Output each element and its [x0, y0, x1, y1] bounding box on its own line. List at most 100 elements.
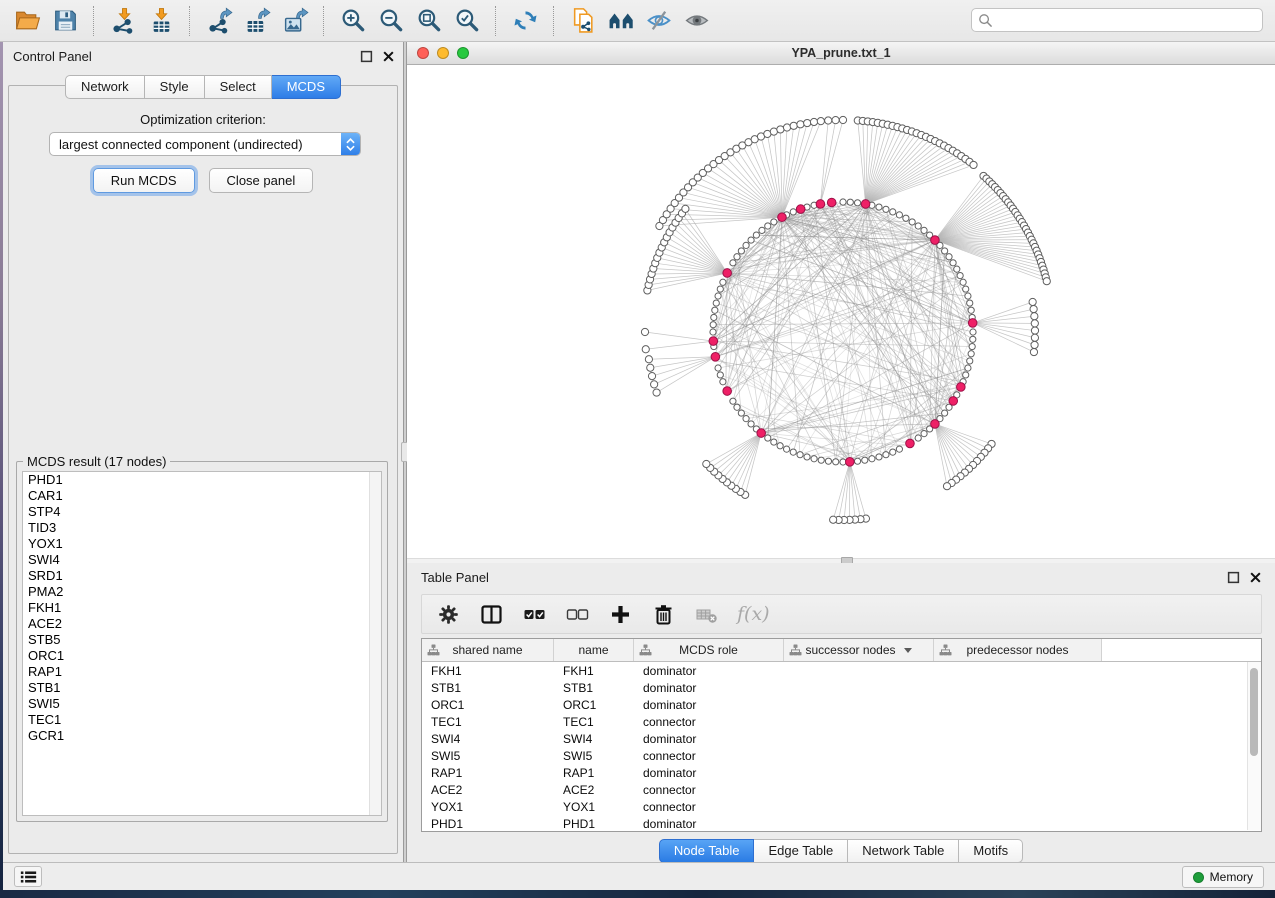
cell-shared-name[interactable]: RAP1 — [422, 766, 554, 780]
delete-table-button[interactable] — [693, 601, 719, 627]
mcds-result-item[interactable]: TID3 — [23, 520, 381, 536]
cell-shared-name[interactable]: ACE2 — [422, 783, 554, 797]
cell-mcds-role[interactable]: dominator — [634, 817, 784, 831]
cell-name[interactable]: SWI5 — [554, 749, 634, 763]
cell-mcds-role[interactable]: dominator — [634, 681, 784, 695]
network-canvas[interactable] — [407, 65, 1275, 558]
open-session-button[interactable] — [10, 4, 44, 38]
show-columns-button[interactable] — [478, 601, 504, 627]
column-header-name[interactable]: name — [554, 639, 634, 661]
network-graph[interactable] — [407, 65, 1275, 558]
show-task-history-button[interactable] — [14, 866, 42, 887]
mcds-result-item[interactable]: PMA2 — [23, 584, 381, 600]
cell-mcds-role[interactable]: connector — [634, 715, 784, 729]
tab-select[interactable]: Select — [205, 75, 272, 99]
mcds-result-item[interactable]: YOX1 — [23, 536, 381, 552]
mcds-result-item[interactable]: SRD1 — [23, 568, 381, 584]
cell-name[interactable]: ORC1 — [554, 698, 634, 712]
cell-name[interactable]: SWI4 — [554, 732, 634, 746]
cell-mcds-role[interactable]: dominator — [634, 664, 784, 678]
cell-shared-name[interactable]: YOX1 — [422, 800, 554, 814]
share-network-document-button[interactable] — [566, 4, 600, 38]
zoom-fit-button[interactable] — [412, 4, 446, 38]
mcds-result-item[interactable]: STB5 — [23, 632, 381, 648]
cell-mcds-role[interactable]: dominator — [634, 698, 784, 712]
export-image-button[interactable] — [278, 4, 312, 38]
cell-name[interactable]: TEC1 — [554, 715, 634, 729]
mcds-result-item[interactable]: RAP1 — [23, 664, 381, 680]
float-panel-button[interactable] — [360, 50, 373, 63]
show-graphics-button[interactable] — [680, 4, 714, 38]
cell-name[interactable]: STB1 — [554, 681, 634, 695]
tab-style[interactable]: Style — [145, 75, 205, 99]
mcds-result-item[interactable]: STP4 — [23, 504, 381, 520]
close-panel-button[interactable] — [382, 50, 395, 63]
cell-mcds-role[interactable]: connector — [634, 749, 784, 763]
column-header-predecessor-nodes[interactable]: predecessor nodes — [934, 639, 1102, 661]
table-scrollbar[interactable] — [1247, 662, 1261, 830]
mcds-list-scrollbar[interactable] — [369, 472, 381, 815]
cell-predecessor-nodes[interactable]: 0 — [934, 638, 1102, 832]
zoom-selected-button[interactable] — [450, 4, 484, 38]
mcds-result-item[interactable]: SWI5 — [23, 696, 381, 712]
column-header-mcds-role[interactable]: MCDS role — [634, 639, 784, 661]
function-builder-button[interactable]: f(x) — [736, 601, 771, 627]
export-table-button[interactable] — [240, 4, 274, 38]
zoom-in-button[interactable] — [336, 4, 370, 38]
search-input[interactable] — [993, 10, 1262, 30]
deselect-all-rows-button[interactable] — [564, 601, 590, 627]
mcds-result-item[interactable]: STB1 — [23, 680, 381, 696]
cell-shared-name[interactable]: PHD1 — [422, 817, 554, 831]
column-header-shared-name[interactable]: shared name — [422, 639, 554, 661]
cell-mcds-role[interactable]: connector — [634, 800, 784, 814]
import-table-button[interactable] — [144, 4, 178, 38]
save-session-button[interactable] — [48, 4, 82, 38]
create-column-button[interactable] — [607, 601, 633, 627]
close-table-panel-button[interactable] — [1249, 571, 1262, 584]
cell-name[interactable]: ACE2 — [554, 783, 634, 797]
mcds-result-item[interactable]: ORC1 — [23, 648, 381, 664]
cell-name[interactable]: YOX1 — [554, 800, 634, 814]
cell-shared-name[interactable]: STB1 — [422, 681, 554, 695]
mcds-result-item[interactable]: SWI4 — [23, 552, 381, 568]
table-settings-button[interactable] — [435, 601, 461, 627]
cell-mcds-role[interactable]: connector — [634, 783, 784, 797]
float-table-panel-button[interactable] — [1227, 571, 1240, 584]
cell-name[interactable]: RAP1 — [554, 766, 634, 780]
mcds-result-item[interactable]: GCR1 — [23, 728, 381, 744]
cell-mcds-role[interactable]: dominator — [634, 732, 784, 746]
tab-network[interactable]: Network — [65, 75, 145, 99]
birdseye-view-button[interactable] — [604, 4, 638, 38]
select-all-rows-button[interactable] — [521, 601, 547, 627]
close-panel-action-button[interactable]: Close panel — [209, 168, 314, 193]
hide-graphics-button[interactable] — [642, 4, 676, 38]
tab-edge-table[interactable]: Edge Table — [754, 839, 848, 863]
criterion-dropdown[interactable]: largest connected component (undirected) — [49, 132, 361, 156]
cell-shared-name[interactable]: SWI5 — [422, 749, 554, 763]
tab-mcds[interactable]: MCDS — [272, 75, 341, 99]
cell-shared-name[interactable]: SWI4 — [422, 732, 554, 746]
mcds-result-item[interactable]: TEC1 — [23, 712, 381, 728]
cell-name[interactable]: PHD1 — [554, 817, 634, 831]
column-header-successor-nodes[interactable]: successor nodes — [784, 639, 934, 661]
tab-node-table[interactable]: Node Table — [659, 839, 755, 863]
refresh-view-button[interactable] — [508, 4, 542, 38]
memory-button[interactable]: Memory — [1182, 866, 1264, 888]
cell-shared-name[interactable]: ORC1 — [422, 698, 554, 712]
mcds-result-item[interactable]: PHD1 — [23, 472, 381, 488]
tab-network-table[interactable]: Network Table — [848, 839, 959, 863]
run-mcds-button[interactable]: Run MCDS — [93, 168, 195, 193]
cell-shared-name[interactable]: FKH1 — [422, 664, 554, 678]
cell-shared-name[interactable]: TEC1 — [422, 715, 554, 729]
cell-name[interactable]: FKH1 — [554, 664, 634, 678]
import-network-button[interactable] — [106, 4, 140, 38]
export-network-button[interactable] — [202, 4, 236, 38]
mcds-result-item[interactable]: FKH1 — [23, 600, 381, 616]
table-row[interactable]: PHD1PHD1dominator180 — [422, 815, 1261, 832]
mcds-result-item[interactable]: ACE2 — [23, 616, 381, 632]
tab-motifs[interactable]: Motifs — [959, 839, 1023, 863]
cell-successor-nodes[interactable]: 18 — [784, 638, 934, 832]
zoom-out-button[interactable] — [374, 4, 408, 38]
cell-mcds-role[interactable]: dominator — [634, 766, 784, 780]
mcds-result-item[interactable]: CAR1 — [23, 488, 381, 504]
